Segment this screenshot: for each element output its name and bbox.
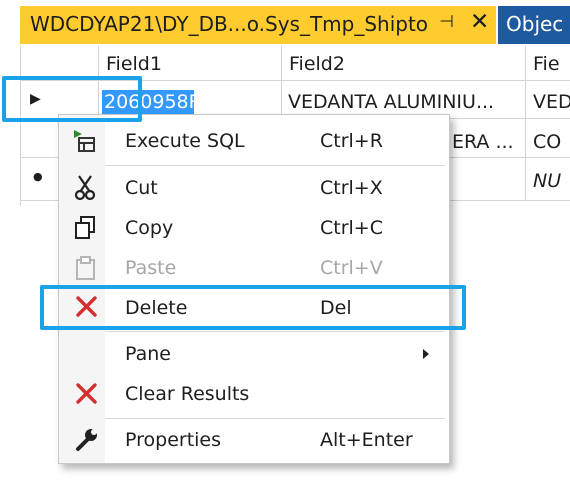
close-icon[interactable]: ✕ xyxy=(470,9,489,35)
menu-separator xyxy=(105,418,445,419)
menu-item-shortcut: Ctrl+C xyxy=(320,217,383,239)
new-row-indicator-icon[interactable]: ● xyxy=(33,170,43,183)
menu-item-cut[interactable] xyxy=(58,172,450,206)
menu-item-clear-results[interactable] xyxy=(58,377,450,411)
menu-separator xyxy=(105,331,445,332)
table-cell[interactable]: ERA ... xyxy=(452,131,514,153)
grid-line xyxy=(525,46,526,200)
scissors-icon xyxy=(72,174,100,202)
menu-item-shortcut: Ctrl+V xyxy=(320,257,383,279)
table-cell[interactable]: NU xyxy=(533,170,570,192)
menu-item-label: Clear Results xyxy=(125,383,250,405)
copy-icon xyxy=(72,214,100,242)
column-header-field1[interactable]: Field1 xyxy=(106,53,162,75)
wrench-icon xyxy=(73,426,101,454)
menu-item-shortcut: Alt+Enter xyxy=(320,429,413,451)
column-header-field3[interactable]: Fie xyxy=(533,53,560,75)
paste-icon xyxy=(72,254,100,282)
menu-separator xyxy=(105,165,445,166)
table-cell[interactable]: VEDANTA ALUMINIU... xyxy=(288,91,523,113)
menu-item-copy[interactable] xyxy=(58,211,450,245)
menu-item-pane[interactable] xyxy=(58,337,450,371)
pin-icon[interactable]: ⊣ xyxy=(439,12,454,32)
menu-item-label: Execute SQL xyxy=(125,130,245,152)
tab-object-label: Objec xyxy=(506,12,564,36)
table-cell[interactable]: CO xyxy=(533,131,570,153)
menu-item-label: Pane xyxy=(125,343,171,365)
menu-item-label: Cut xyxy=(125,177,158,199)
menu-item-shortcut: Ctrl+X xyxy=(320,177,383,199)
menu-item-paste[interactable] xyxy=(58,250,450,284)
menu-item-label: Copy xyxy=(125,217,174,239)
clear-x-icon xyxy=(73,380,101,408)
submenu-arrow-icon xyxy=(421,346,431,360)
menu-item-label: Paste xyxy=(125,257,177,279)
menu-item-shortcut: Ctrl+R xyxy=(320,130,383,152)
highlight-box-delete xyxy=(40,285,466,330)
menu-item-execute-sql[interactable] xyxy=(58,124,450,158)
column-header-field2[interactable]: Field2 xyxy=(289,53,345,75)
menu-item-label: Properties xyxy=(125,429,222,451)
highlight-box-row-selector xyxy=(2,76,142,122)
tab-title: WDCDYAP21\DY_DB...o.Sys_Tmp_Shipto xyxy=(30,12,429,36)
table-cell[interactable]: VED xyxy=(533,91,570,113)
execute-sql-icon xyxy=(70,128,98,156)
